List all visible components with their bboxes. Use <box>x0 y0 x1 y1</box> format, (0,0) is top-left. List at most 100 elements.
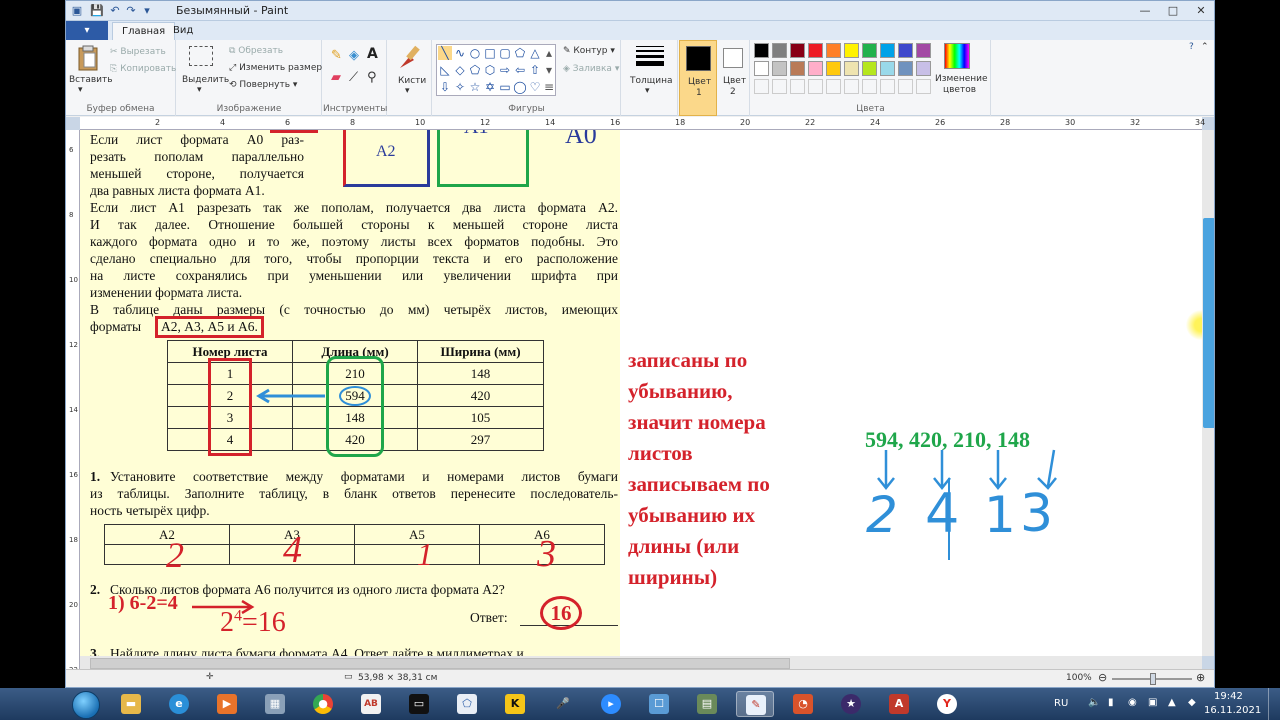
palette-empty-swatch[interactable] <box>898 79 913 94</box>
fill-button[interactable]: ◈ Заливка ▾ <box>563 64 619 74</box>
horizontal-scroll-thumb[interactable] <box>90 658 790 669</box>
curve-shape-icon[interactable]: ∿ <box>453 46 467 60</box>
taskbar-terminal[interactable]: ▭ <box>400 691 438 717</box>
save-icon[interactable]: 💾 <box>90 4 104 18</box>
palette-swatch[interactable] <box>880 61 895 76</box>
palette-swatch[interactable] <box>772 43 787 58</box>
size-icon[interactable] <box>636 46 664 66</box>
select-button[interactable]: Выделить <box>182 75 229 85</box>
palette-swatch[interactable] <box>862 43 877 58</box>
paint-app-icon[interactable]: ▣ <box>70 4 84 18</box>
down-arrow-shape-icon[interactable]: ⇩ <box>438 80 452 94</box>
star5-shape-icon[interactable]: ☆ <box>468 80 482 94</box>
quick-access-chevron-icon[interactable]: ▾ <box>140 4 154 18</box>
color1-button[interactable]: Цвет 1 <box>679 40 717 116</box>
palette-empty-swatch[interactable] <box>916 79 931 94</box>
start-button[interactable] <box>66 691 106 719</box>
clock-time[interactable]: 19:42 <box>1214 691 1243 702</box>
text-tool-icon[interactable]: A <box>367 46 378 62</box>
tray-icon-3[interactable]: ◉ <box>1128 697 1137 708</box>
brushes-chevron-icon[interactable]: ▾ <box>405 86 410 96</box>
paste-icon[interactable] <box>74 44 102 71</box>
crop-button[interactable]: ⧉ Обрезать <box>229 46 283 56</box>
edit-colors-icon[interactable] <box>944 43 970 69</box>
polygon-shape-icon[interactable]: ⬠ <box>513 46 527 60</box>
tab-view[interactable]: Вид <box>164 22 202 40</box>
eraser-icon[interactable]: ▰ <box>331 70 341 85</box>
taskbar-presentation[interactable]: ◔ <box>784 691 822 717</box>
triangle-shape-icon[interactable]: △ <box>528 46 542 60</box>
undo-icon[interactable]: ↶ <box>108 4 122 18</box>
edit-colors-button[interactable]: Изменение <box>935 74 988 84</box>
palette-swatch[interactable] <box>826 43 841 58</box>
select-icon[interactable] <box>189 46 213 66</box>
tray-icon-4[interactable]: ▣ <box>1148 697 1157 708</box>
palette-swatch[interactable] <box>754 43 769 58</box>
taskbar-yandex[interactable]: Y <box>928 691 966 717</box>
shapes-scroll-down-icon[interactable]: ▾ <box>542 63 556 77</box>
color-picker-icon[interactable]: ⟋ <box>349 70 358 85</box>
heart-shape-icon[interactable]: ♡ <box>528 80 542 94</box>
maximize-button[interactable]: □ <box>1160 2 1186 19</box>
select-chevron-icon[interactable]: ▾ <box>197 85 202 95</box>
palette-empty-swatch[interactable] <box>808 79 823 94</box>
close-button[interactable]: ✕ <box>1188 2 1214 19</box>
brushes-button[interactable]: Кисти <box>398 76 426 86</box>
palette-empty-swatch[interactable] <box>862 79 877 94</box>
taskbar-explorer[interactable]: ▬ <box>112 691 150 717</box>
language-indicator[interactable]: RU <box>1054 698 1068 709</box>
canvas[interactable]: А2 А1 А0 Если лист формата А0 раз- резат… <box>80 130 1202 656</box>
paste-button[interactable]: Вставить <box>69 75 113 85</box>
ribbon-collapse-icon[interactable]: ⌃ <box>1201 42 1209 52</box>
tray-icon-5[interactable]: ▲ <box>1168 697 1176 708</box>
palette-swatch[interactable] <box>862 61 877 76</box>
network-icon[interactable]: ▮ <box>1108 697 1114 708</box>
palette-swatch[interactable] <box>790 61 805 76</box>
taskbar-network[interactable]: ⬠ <box>448 691 486 717</box>
taskbar-media[interactable]: ▶ <box>208 691 246 717</box>
clock-date[interactable]: 16.11.2021 <box>1204 705 1261 716</box>
file-menu-button[interactable]: ▾ <box>66 21 108 40</box>
palette-swatch[interactable] <box>898 61 913 76</box>
palette-empty-swatch[interactable] <box>826 79 841 94</box>
minimize-button[interactable]: — <box>1132 2 1158 19</box>
callout-oval-shape-icon[interactable]: ◯ <box>513 80 527 94</box>
size-chevron-icon[interactable]: ▾ <box>645 86 650 96</box>
taskbar-k-app[interactable]: K <box>496 691 534 717</box>
color2-button[interactable]: Цвет 2 <box>718 40 750 116</box>
taskbar-pdf[interactable]: A <box>880 691 918 717</box>
magnifier-icon[interactable]: ⚲ <box>367 70 377 85</box>
rectangle-shape-icon[interactable]: □ <box>483 46 497 60</box>
taskbar-mic[interactable]: 🎤 <box>544 691 582 717</box>
oval-shape-icon[interactable]: ○ <box>468 46 482 60</box>
palette-empty-swatch[interactable] <box>844 79 859 94</box>
star6-shape-icon[interactable]: ✡ <box>483 80 497 94</box>
palette-swatch[interactable] <box>880 43 895 58</box>
up-arrow-shape-icon[interactable]: ⇧ <box>528 63 542 77</box>
palette-swatch[interactable] <box>808 43 823 58</box>
rotate-button[interactable]: ⟲ Повернуть ▾ <box>229 80 297 90</box>
palette-swatch[interactable] <box>754 61 769 76</box>
callout-rect-shape-icon[interactable]: ▭ <box>498 80 512 94</box>
diamond-shape-icon[interactable]: ◇ <box>453 63 467 77</box>
shapes-scroll-up-icon[interactable]: ▴ <box>542 46 556 60</box>
left-arrow-shape-icon[interactable]: ⇦ <box>513 63 527 77</box>
outline-button[interactable]: ✎ Контур ▾ <box>563 46 615 56</box>
palette-empty-swatch[interactable] <box>754 79 769 94</box>
palette-swatch[interactable] <box>844 61 859 76</box>
brush-icon[interactable] <box>396 44 424 70</box>
taskbar-abc[interactable]: AB <box>352 691 390 717</box>
rounded-rect-shape-icon[interactable]: ▢ <box>498 46 512 60</box>
line-shape-icon[interactable]: ╲ <box>438 46 452 60</box>
palette-swatch[interactable] <box>916 43 931 58</box>
fill-bucket-icon[interactable]: ◈ <box>349 48 359 63</box>
taskbar-chrome[interactable]: ● <box>304 691 342 717</box>
star4-shape-icon[interactable]: ✧ <box>453 80 467 94</box>
palette-swatch[interactable] <box>844 43 859 58</box>
copy-button[interactable]: ⎘ Копировать <box>110 64 176 74</box>
pencil-icon[interactable]: ✎ <box>331 48 342 63</box>
zoom-slider-handle[interactable] <box>1150 673 1156 685</box>
palette-swatch[interactable] <box>916 61 931 76</box>
vertical-scrollbar[interactable] <box>1202 130 1214 656</box>
taskbar-paint[interactable]: ✎ <box>736 691 774 717</box>
